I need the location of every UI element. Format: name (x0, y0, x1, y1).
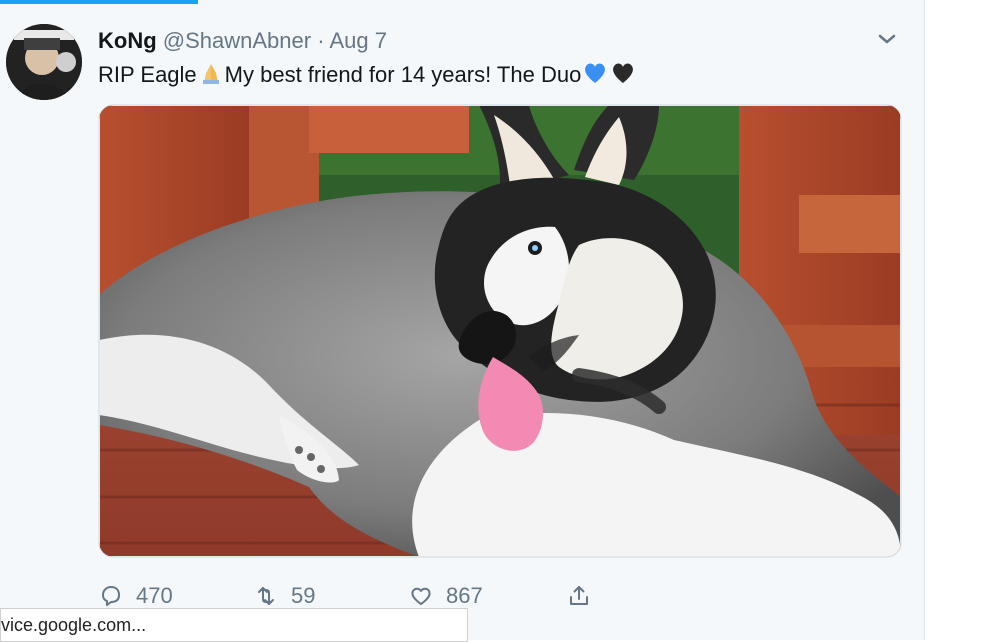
tweet-date[interactable]: Aug 7 (329, 28, 387, 53)
folded-hands-emoji (202, 64, 219, 84)
chevron-down-icon[interactable] (874, 26, 900, 52)
tweet-media-photo[interactable] (98, 104, 902, 558)
retweet-count: 59 (291, 583, 316, 608)
handle[interactable]: @ShawnAbner (163, 28, 311, 53)
tweet-card[interactable]: KoNg @ShawnAbner · Aug 7 RIP Eagle My be… (0, 0, 925, 640)
reply-icon (102, 586, 120, 606)
tweet-text: RIP Eagle My best friend for 14 years! T… (98, 61, 637, 88)
share-button[interactable] (566, 583, 592, 609)
status-url: vice.google.com... (1, 615, 147, 635)
share-icon (570, 586, 588, 605)
browser-status-bar: vice.google.com... (0, 608, 468, 642)
black-heart-emoji (613, 63, 634, 83)
like-icon (411, 587, 431, 605)
avatar[interactable] (6, 24, 82, 100)
loading-progress-bar (0, 0, 198, 4)
tweet-text-part-1: RIP Eagle (98, 62, 197, 87)
avatar-image (6, 24, 82, 100)
like-button[interactable]: 867 (408, 583, 483, 609)
husky-photo (99, 105, 901, 557)
tweet-text-part-2: My best friend for 14 years! The Duo (224, 62, 582, 87)
reply-button[interactable]: 470 (98, 583, 173, 609)
display-name[interactable]: KoNg (98, 28, 157, 53)
blue-heart-emoji (585, 63, 606, 83)
separator: · (317, 28, 325, 53)
retweet-icon (258, 587, 274, 605)
tweet-header: KoNg @ShawnAbner · Aug 7 (98, 28, 387, 54)
reply-count: 470 (136, 583, 173, 608)
like-count: 867 (446, 583, 483, 608)
retweet-button[interactable]: 59 (253, 583, 315, 609)
